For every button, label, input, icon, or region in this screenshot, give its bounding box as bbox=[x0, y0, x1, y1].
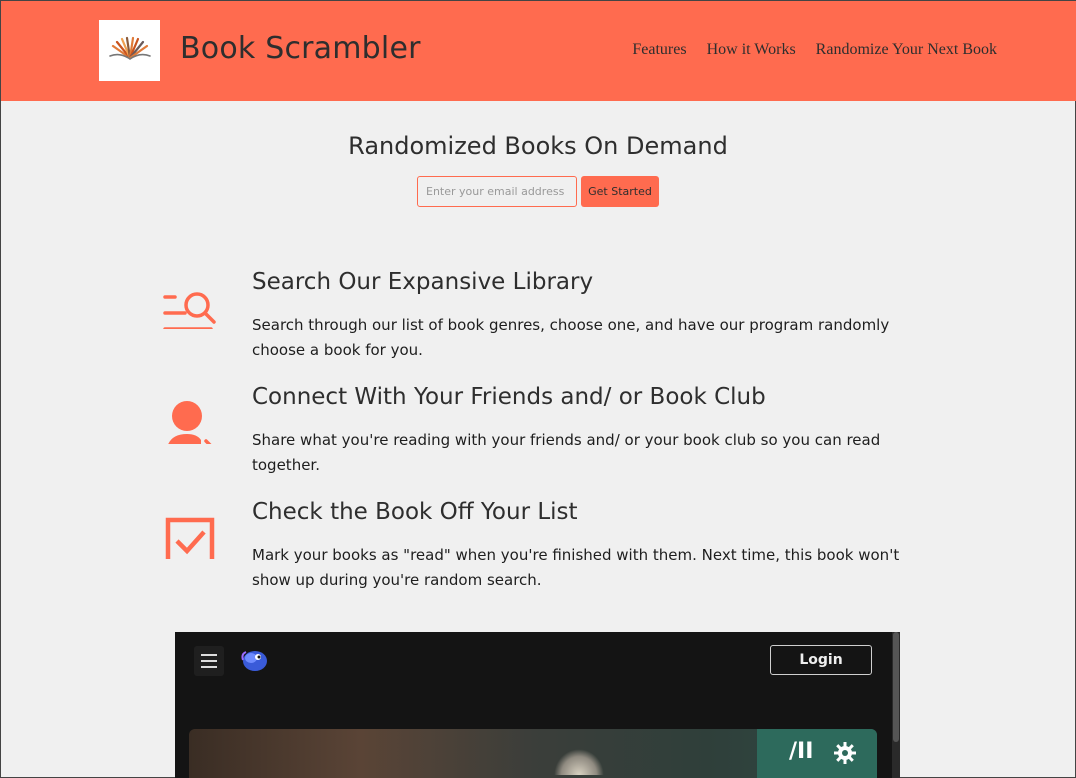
main-nav: Features How it Works Randomize Your Nex… bbox=[632, 41, 997, 59]
login-button[interactable]: Login bbox=[770, 645, 872, 675]
hamburger-menu-icon[interactable] bbox=[194, 646, 224, 676]
pause-control-icon[interactable]: /II bbox=[789, 739, 813, 764]
open-book-logo-icon bbox=[108, 36, 151, 60]
feature-title: Search Our Expansive Library bbox=[252, 269, 594, 295]
nav-link-how-it-works[interactable]: How it Works bbox=[707, 41, 796, 59]
scrollbar[interactable] bbox=[892, 632, 900, 778]
brand-name: Book Scrambler bbox=[180, 31, 421, 66]
feature-text: Share what you're reading with your frie… bbox=[252, 431, 881, 474]
control-panel bbox=[757, 729, 877, 778]
gear-icon[interactable] bbox=[833, 741, 857, 765]
lamp-image bbox=[554, 749, 604, 775]
hero-video-frame: /II bbox=[189, 729, 877, 778]
hero-title: Randomized Books On Demand bbox=[348, 132, 728, 160]
signup-form: Get Started bbox=[417, 176, 659, 207]
get-started-button[interactable]: Get Started bbox=[581, 176, 659, 207]
feature-text: Mark your books as "read" when you're fi… bbox=[252, 546, 900, 589]
user-share-icon bbox=[168, 401, 212, 444]
email-input[interactable] bbox=[417, 176, 577, 207]
blue-mascot-logo-icon[interactable] bbox=[241, 646, 269, 674]
site-header: Book Scrambler Features How it Works Ran… bbox=[1, 1, 1076, 101]
feature-text: Search through our list of book genres, … bbox=[252, 316, 890, 359]
feature-title: Connect With Your Friends and/ or Book C… bbox=[252, 384, 766, 410]
checkbox-checked-icon bbox=[165, 517, 215, 559]
logo[interactable] bbox=[99, 20, 160, 81]
search-list-icon bbox=[163, 292, 216, 329]
embedded-app-preview: Login /II bbox=[175, 632, 900, 778]
nav-link-randomize[interactable]: Randomize Your Next Book bbox=[816, 41, 997, 59]
feature-title: Check the Book Off Your List bbox=[252, 499, 578, 525]
nav-link-features[interactable]: Features bbox=[632, 41, 686, 59]
